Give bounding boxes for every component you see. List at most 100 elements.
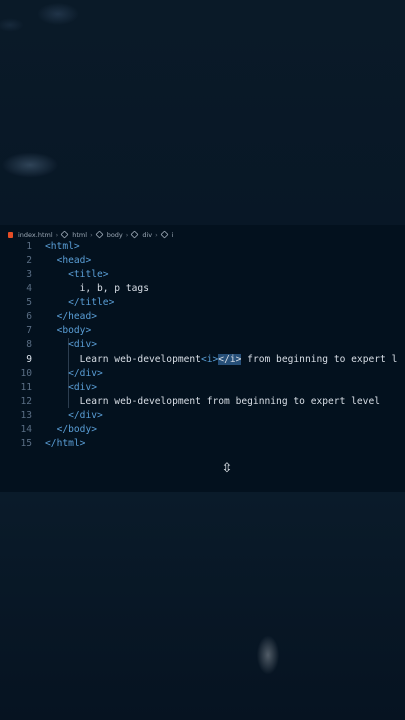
tag-token: > [85, 255, 92, 267]
tag-token: title [79, 297, 109, 309]
tag-token: > [79, 437, 86, 449]
tag-token: html [56, 437, 80, 449]
breadcrumb-file[interactable]: index.html [18, 231, 53, 239]
line-number: 3 [26, 269, 32, 281]
blurred-light [0, 492, 405, 720]
text-token: from beginning to expert l [241, 353, 398, 365]
tag-token: div [73, 381, 92, 393]
tag-token: > [97, 409, 103, 421]
tag-token: div [79, 409, 97, 421]
tag-token: > [85, 325, 92, 337]
tag-token: > [102, 269, 109, 281]
code-line[interactable]: 13 </div> [0, 409, 405, 423]
text-token: i, b, p tags [79, 283, 149, 295]
tag-token: head [68, 311, 92, 323]
code-text[interactable]: </body> [45, 423, 97, 437]
code-editor[interactable]: index.html › html › body › div › i 1 <htm… [0, 225, 405, 492]
code-text[interactable]: Learn web-development<i></i> from beginn… [45, 353, 397, 367]
code-line[interactable]: 14 </body> [0, 423, 405, 437]
line-number: 11 [20, 381, 32, 393]
element-icon [160, 230, 169, 239]
code-text[interactable]: </head> [45, 310, 97, 324]
code-text[interactable]: </div> [45, 367, 103, 381]
tag-token: > [108, 297, 115, 309]
code-text[interactable]: i, b, p tags [45, 282, 149, 296]
code-text[interactable]: <div> [45, 338, 97, 352]
code-lines[interactable]: 1 <html> 2 <head> 3 <title> 4 i, b, p tags 5 … [0, 240, 405, 451]
tag-token: body [62, 325, 86, 337]
code-text[interactable]: <title> [45, 268, 109, 282]
tag-token: title [73, 269, 103, 281]
code-line[interactable]: 3 <title> [0, 268, 405, 282]
tag-token: > [97, 367, 103, 379]
line-number: 13 [20, 409, 32, 421]
chevron-right-icon: › [125, 230, 129, 239]
tag-token: </ [56, 311, 69, 323]
element-icon [95, 230, 104, 239]
tag-token: div [79, 367, 97, 379]
breadcrumb-item-html[interactable]: html [72, 231, 87, 239]
html-file-icon [8, 231, 13, 238]
code-text[interactable]: <body> [45, 324, 92, 338]
tag-token: > [73, 241, 80, 252]
code-text[interactable]: <html> [45, 240, 80, 254]
tag-token: </ [68, 367, 80, 379]
tag-token: > [91, 423, 98, 435]
code-line[interactable]: 6 </head> [0, 310, 405, 324]
tag-token: head [62, 255, 86, 267]
resize-vertical-icon: ⇳ [221, 461, 233, 476]
code-text[interactable]: Learn web-development from beginning to … [45, 395, 380, 409]
line-number: 4 [26, 283, 32, 295]
code-text[interactable]: </div> [45, 409, 103, 423]
line-number: 5 [26, 297, 32, 309]
line-number: 7 [26, 325, 32, 337]
line-number: 12 [20, 395, 32, 407]
line-number: 10 [20, 367, 32, 379]
text-token: Learn web-development [79, 353, 201, 365]
tag-token: </ [68, 409, 80, 421]
breadcrumb-item-div[interactable]: div [142, 231, 152, 239]
tag-token: </ [68, 297, 80, 309]
chevron-right-icon: › [155, 230, 158, 239]
chevron-right-icon: › [55, 230, 59, 239]
tag-token: > [91, 339, 97, 351]
selected-text: </i> [218, 353, 242, 365]
code-text[interactable]: </title> [45, 296, 114, 310]
blurred-background-bottom [0, 492, 405, 720]
line-number: 8 [26, 339, 32, 351]
blurred-background-top [0, 0, 405, 225]
breadcrumb: index.html › html › body › div › i [8, 229, 174, 240]
element-icon [60, 230, 69, 239]
chevron-right-icon: › [90, 230, 93, 239]
breadcrumb-item-i[interactable]: i [172, 231, 174, 239]
tag-token: </ [45, 437, 57, 449]
code-line[interactable]: 12 Learn web-development from beginning … [0, 395, 405, 409]
tag-token: div [73, 339, 92, 351]
code-line[interactable]: 4 i, b, p tags [0, 282, 405, 296]
code-line[interactable]: 5 </title> [0, 296, 405, 310]
tag-token: body [68, 423, 92, 435]
code-line[interactable]: 2 <head> [0, 254, 405, 268]
line-number: 15 [20, 437, 32, 449]
text-token: Learn web-development from beginning to … [79, 395, 381, 407]
code-line[interactable]: 7 <body> [0, 324, 405, 338]
tag-token: > [91, 381, 97, 393]
code-text[interactable]: <div> [45, 381, 97, 395]
code-text[interactable]: </html> [45, 437, 85, 451]
code-line[interactable]: 9 Learn web-development<i></i> from begi… [0, 353, 405, 367]
code-line[interactable]: 11 <div> [0, 381, 405, 395]
tag-token: html [50, 241, 74, 252]
code-line[interactable]: 10 </div> [0, 367, 405, 381]
code-line[interactable]: 8 <div> [0, 338, 405, 352]
code-line[interactable]: 15 </html> [0, 437, 405, 451]
code-text[interactable]: <head> [45, 254, 92, 268]
tag-token: </ [56, 423, 69, 435]
element-icon [130, 230, 139, 239]
line-number: 1 [26, 241, 32, 252]
line-number: 2 [26, 255, 32, 267]
line-number: 6 [26, 311, 32, 323]
line-number: 9 [26, 353, 32, 365]
breadcrumb-item-body[interactable]: body [107, 231, 123, 239]
tag-token: > [91, 311, 98, 323]
code-line[interactable]: 1 <html> [0, 240, 405, 254]
